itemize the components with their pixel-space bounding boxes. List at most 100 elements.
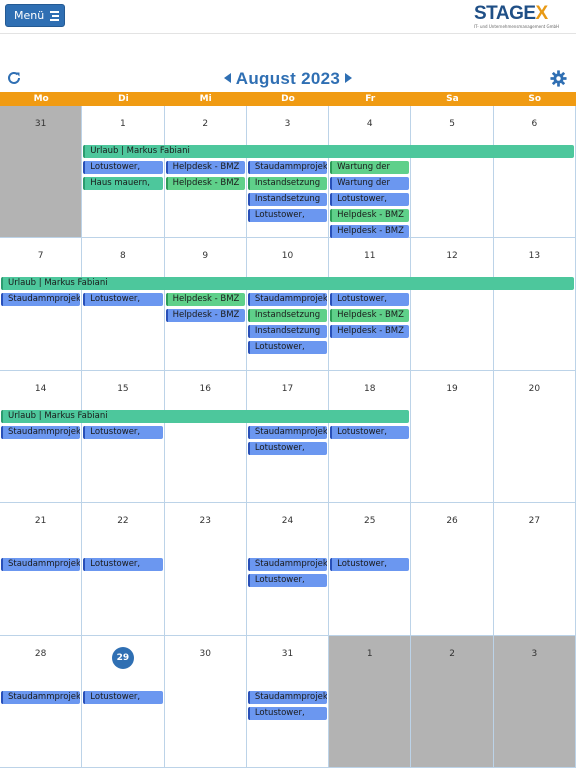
- calendar-event[interactable]: Lotustower,: [83, 293, 163, 307]
- calendar-event[interactable]: Staudammprojekt: [247, 558, 328, 572]
- day-number: 16: [199, 383, 211, 394]
- calendar-event[interactable]: Staudammprojekt: [247, 161, 328, 174]
- calendar-event[interactable]: Staudammprojekt: [1, 690, 81, 704]
- calendar-event[interactable]: Haus mauern,: [83, 177, 163, 190]
- calendar-event[interactable]: Urlaub | Markus Fabiani: [1, 277, 574, 291]
- logo-text: STAGE: [474, 3, 536, 24]
- day-number: 2: [202, 119, 209, 129]
- gear-icon[interactable]: [550, 70, 567, 87]
- day-number: 5: [449, 119, 455, 129]
- day-cell[interactable]: 19: [411, 370, 494, 504]
- weekday-label: Mi: [199, 94, 212, 104]
- calendar-event[interactable]: Lotustower,: [330, 193, 410, 206]
- calendar-event[interactable]: Lotustower,: [83, 161, 163, 174]
- today-indicator: 29: [111, 646, 134, 669]
- calendar-event[interactable]: Lotustower,: [83, 558, 163, 572]
- day-number: 10: [281, 251, 294, 262]
- day-number: 21: [34, 516, 47, 527]
- day-number: 1: [366, 648, 373, 659]
- calendar-event[interactable]: Helpdesk - BMZ: [165, 309, 245, 323]
- month-navigation: August 2023: [0, 69, 576, 89]
- weekday-label: Di: [118, 94, 129, 104]
- calendar-event[interactable]: Wartung der: [330, 161, 410, 174]
- day-number: 27: [528, 516, 541, 527]
- calendar-event[interactable]: Helpdesk - BMZ: [330, 209, 410, 222]
- day-cell[interactable]: 23: [164, 503, 247, 636]
- day-cell[interactable]: 16: [164, 370, 247, 504]
- menu-button[interactable]: Menü: [5, 4, 65, 27]
- logo-x: X: [535, 3, 549, 24]
- calendar-event[interactable]: Staudammprojekt: [1, 293, 81, 307]
- calendar-event[interactable]: Instandsetzung: [247, 309, 328, 323]
- day-number: 25: [364, 516, 376, 527]
- day-number: 3: [531, 648, 538, 659]
- day-cell[interactable]: 5: [411, 106, 494, 239]
- calendar-event[interactable]: Lotustower,: [247, 574, 328, 588]
- calendar-event[interactable]: Staudammprojekt: [1, 558, 81, 572]
- day-number: 9: [202, 251, 209, 262]
- day-cell[interactable]: 13: [493, 238, 576, 371]
- day-number: 23: [199, 516, 211, 527]
- day-cell[interactable]: 20: [493, 370, 576, 504]
- weekday-label: Mo: [33, 94, 49, 104]
- calendar-event[interactable]: Lotustower,: [330, 425, 410, 439]
- day-cell[interactable]: 30: [164, 635, 247, 768]
- calendar-event[interactable]: Lotustower,: [247, 209, 328, 222]
- weekday-header: Mo Di Mi Do Fr Sa So: [0, 92, 576, 106]
- day-number: 7: [37, 251, 44, 262]
- day-number: 12: [446, 251, 458, 262]
- calendar-event[interactable]: Helpdesk - BMZ: [165, 161, 245, 174]
- calendar-event[interactable]: Staudammprojekt: [1, 425, 81, 439]
- calendar-event[interactable]: Lotustower,: [83, 425, 163, 439]
- calendar-event[interactable]: Staudammprojekt: [247, 690, 328, 704]
- weekday-label: Do: [281, 94, 295, 104]
- day-cell[interactable]: 3: [493, 635, 576, 768]
- calendar-event[interactable]: Instandsetzung: [247, 325, 328, 339]
- day-number: 6: [531, 119, 538, 129]
- day-number: 1: [120, 119, 126, 129]
- day-number: 20: [528, 383, 541, 394]
- calendar-event[interactable]: Helpdesk - BMZ: [330, 309, 410, 323]
- weekday-label: So: [528, 94, 542, 104]
- calendar-event[interactable]: Lotustower,: [330, 293, 410, 307]
- day-number: 18: [364, 383, 376, 394]
- calendar-event[interactable]: Helpdesk - BMZ: [330, 325, 410, 339]
- day-number: 14: [34, 383, 47, 394]
- logo: STAGEX IT- und Unternehmensmanagement Gm…: [474, 3, 559, 32]
- calendar-event[interactable]: Wartung der: [330, 177, 410, 190]
- top-bar: Menü STAGEX IT- und Unternehmensmanageme…: [0, 0, 576, 34]
- day-number: 2: [449, 648, 455, 659]
- day-cell[interactable]: 2: [411, 635, 494, 768]
- day-cell[interactable]: 26: [411, 503, 494, 636]
- calendar-event[interactable]: Staudammprojekt: [247, 293, 328, 307]
- calendar-event[interactable]: Helpdesk - BMZ: [330, 225, 410, 238]
- calendar-event[interactable]: Lotustower,: [247, 706, 328, 720]
- calendar-event[interactable]: Helpdesk - BMZ: [165, 293, 245, 307]
- calendar-event[interactable]: Instandsetzung: [247, 177, 328, 190]
- day-cell[interactable]: 31: [0, 106, 83, 239]
- day-cell[interactable]: 27: [493, 503, 576, 636]
- month-grid: 31 1 2 3 4 5 6 7 8 9 10 11 12 13 14 15 16 17 18 19 20 21 22 23 2…: [0, 106, 576, 768]
- weekday-label: Sa: [446, 94, 459, 104]
- calendar-event[interactable]: Urlaub | Markus Fabiani: [1, 409, 410, 423]
- chevron-left-icon[interactable]: [223, 73, 231, 83]
- day-number: 22: [117, 516, 129, 527]
- day-number: 28: [34, 648, 47, 659]
- calendar-event[interactable]: Staudammprojekt: [247, 425, 328, 439]
- day-number: 3: [284, 119, 291, 129]
- calendar-event[interactable]: Urlaub | Markus Fabiani: [83, 145, 574, 158]
- day-number: 31: [34, 119, 47, 129]
- day-cell[interactable]: 6: [493, 106, 576, 239]
- day-number: 26: [446, 516, 458, 527]
- day-number: 17: [281, 383, 294, 394]
- calendar-event[interactable]: Instandsetzung: [247, 193, 328, 206]
- day-cell[interactable]: 12: [411, 238, 494, 371]
- calendar-event[interactable]: Lotustower,: [247, 341, 328, 355]
- menu-icon: [50, 10, 60, 21]
- day-cell[interactable]: 1: [329, 635, 412, 768]
- calendar-event[interactable]: Lotustower,: [330, 558, 410, 572]
- calendar-event[interactable]: Lotustower,: [247, 441, 328, 455]
- chevron-right-icon[interactable]: [345, 73, 353, 83]
- calendar-event[interactable]: Lotustower,: [83, 690, 163, 704]
- calendar-event[interactable]: Helpdesk - BMZ: [165, 177, 245, 190]
